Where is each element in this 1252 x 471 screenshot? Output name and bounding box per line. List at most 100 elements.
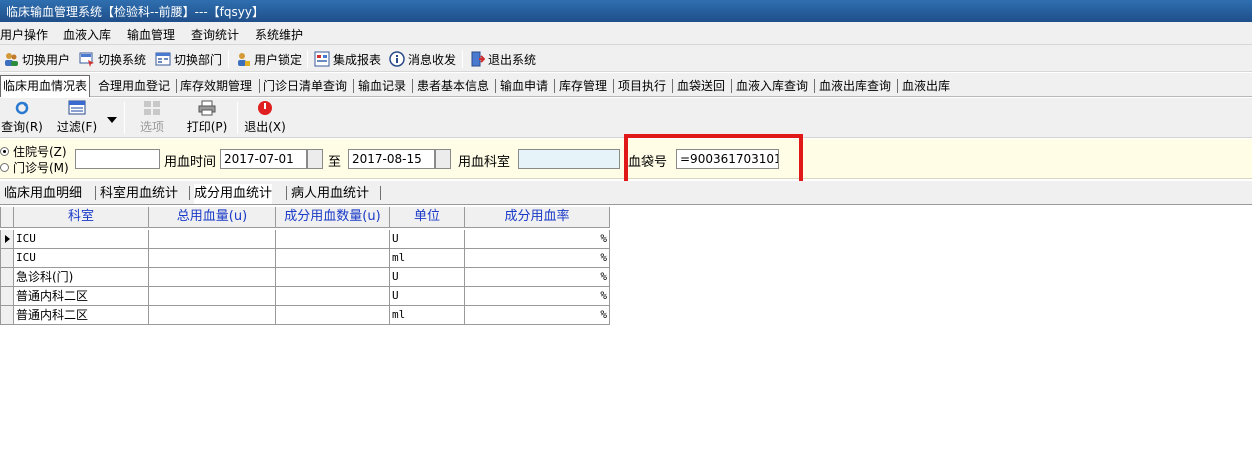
tab-separator [814,79,815,93]
col-total-volume[interactable]: 总用血量(u) [149,207,276,228]
tab-dept-stats[interactable]: 科室用血统计 [100,184,178,204]
cell-total-volume[interactable] [149,287,276,306]
table-row[interactable]: ICU U % [0,230,610,249]
cell-dept[interactable]: 急诊科(门) [14,268,149,287]
date-to-picker[interactable] [435,149,451,169]
cell-dept[interactable]: ICU [14,230,149,249]
cell-dept[interactable]: 普通内科二区 [14,306,149,325]
tab-separator [672,79,673,93]
inpatient-label: 住院号(Z) [13,145,67,159]
tab-blood-in-query[interactable]: 血液入库查询 [736,76,808,96]
toolbar-separator [307,50,308,68]
print-button[interactable]: 打印(P) [184,100,230,136]
tab-clinical-detail[interactable]: 临床用血明细 [4,184,82,204]
table-row[interactable]: ICU ml % [0,249,610,268]
col-component-rate[interactable]: 成分用血率 [465,207,610,228]
tab-separator [286,186,287,200]
cell-unit[interactable]: U [390,287,465,306]
switch-user-button[interactable]: 切换用户 [3,49,70,69]
menu-transfusion[interactable]: 输血管理 [127,26,175,43]
exit-button[interactable]: 退出(X) [243,100,287,136]
cell-component-volume[interactable] [276,287,390,306]
patient-number-input[interactable] [75,149,160,169]
messages-button[interactable]: 消息收发 [389,49,456,69]
tab-transfusion-record[interactable]: 输血记录 [358,76,406,96]
cell-component-rate[interactable]: % [465,287,610,306]
tab-bag-return[interactable]: 血袋送回 [677,76,725,96]
inpatient-radio[interactable]: 住院号(Z) [0,143,67,160]
tab-patient-stats[interactable]: 病人用血统计 [291,184,369,204]
filter-icon [68,100,86,116]
exit-label: 退出(X) [244,120,286,134]
col-dept[interactable]: 科室 [14,207,149,228]
tab-separator [897,79,898,93]
tab-patient-info[interactable]: 患者基本信息 [417,76,489,96]
switch-system-button[interactable]: 切换系统 [79,49,146,69]
switch-user-label: 切换用户 [22,52,71,67]
filter-dropdown-button[interactable] [104,112,120,123]
menu-bar: 用户操作 血液入库 输血管理 查询统计 系统维护 [0,22,1252,44]
cell-total-volume[interactable] [149,249,276,268]
cell-dept[interactable]: 普通内科二区 [14,287,149,306]
cell-unit[interactable]: ml [390,249,465,268]
exit-system-button[interactable]: 退出系统 [469,49,536,69]
cell-unit[interactable]: U [390,230,465,249]
menu-blood-in[interactable]: 血液入库 [63,26,111,43]
date-from-picker[interactable] [307,149,323,169]
tab-separator [176,79,177,93]
outpatient-radio[interactable]: 门诊号(M) [0,159,69,176]
filter-button[interactable]: 过滤(F) [54,100,100,136]
query-button[interactable]: 查询(R) [0,100,44,136]
cell-component-volume[interactable] [276,306,390,325]
table-row[interactable]: 急诊科(门) U % [0,268,610,287]
tab-separator [259,79,260,93]
lock-user-label: 用户锁定 [254,52,303,67]
cell-component-volume[interactable] [276,230,390,249]
table-row[interactable]: 普通内科二区 ml % [0,306,610,325]
tab-blood-out-query[interactable]: 血液出库查询 [819,76,891,96]
lock-user-button[interactable]: 用户锁定 [235,49,302,69]
tab-item-execution[interactable]: 项目执行 [618,76,666,96]
switch-system-icon [79,51,95,67]
dept-input[interactable] [518,149,620,169]
cell-dept[interactable]: ICU [14,249,149,268]
cell-component-rate[interactable]: % [465,249,610,268]
cell-component-volume[interactable] [276,268,390,287]
info-icon [389,51,405,67]
cell-total-volume[interactable] [149,306,276,325]
tab-rational-usage[interactable]: 合理用血登记 [98,76,170,96]
print-label: 打印(P) [186,120,228,134]
toolbar-separator [228,50,229,68]
tab-expiry-management[interactable]: 库存效期管理 [180,76,252,96]
date-to-input[interactable]: 2017-08-15 [348,149,435,169]
table-row[interactable]: 普通内科二区 U % [0,287,610,306]
tab-inventory[interactable]: 库存管理 [559,76,607,96]
tab-separator [731,79,732,93]
cell-unit[interactable]: ml [390,306,465,325]
tab-outpatient-daily[interactable]: 门诊日清单查询 [263,76,347,96]
cell-total-volume[interactable] [149,230,276,249]
menu-user-ops[interactable]: 用户操作 [0,26,48,43]
tab-component-stats[interactable]: 成分用血统计 [194,184,273,204]
switch-dept-button[interactable]: 切换部门 [155,49,222,69]
options-button[interactable]: 选项 [136,100,168,136]
cell-component-rate[interactable]: % [465,268,610,287]
row-indicator [0,306,14,325]
report-icon [314,51,330,67]
tab-transfusion-request[interactable]: 输血申请 [500,76,548,96]
cell-component-rate[interactable]: % [465,230,610,249]
col-component-volume[interactable]: 成分用血数量(u) [276,207,390,228]
menu-system-maint[interactable]: 系统维护 [255,26,303,43]
cell-unit[interactable]: U [390,268,465,287]
tab-clinical-usage[interactable]: 临床用血情况表 [0,75,91,97]
menu-query-stats[interactable]: 查询统计 [191,26,239,43]
tab-separator [353,79,354,93]
date-from-input[interactable]: 2017-07-01 [220,149,307,169]
cell-component-rate[interactable]: % [465,306,610,325]
col-unit[interactable]: 单位 [390,207,465,228]
cell-component-volume[interactable] [276,249,390,268]
options-label: 选项 [139,120,164,134]
tab-blood-out[interactable]: 血液出库 [902,76,950,96]
report-button[interactable]: 集成报表 [314,49,381,69]
cell-total-volume[interactable] [149,268,276,287]
